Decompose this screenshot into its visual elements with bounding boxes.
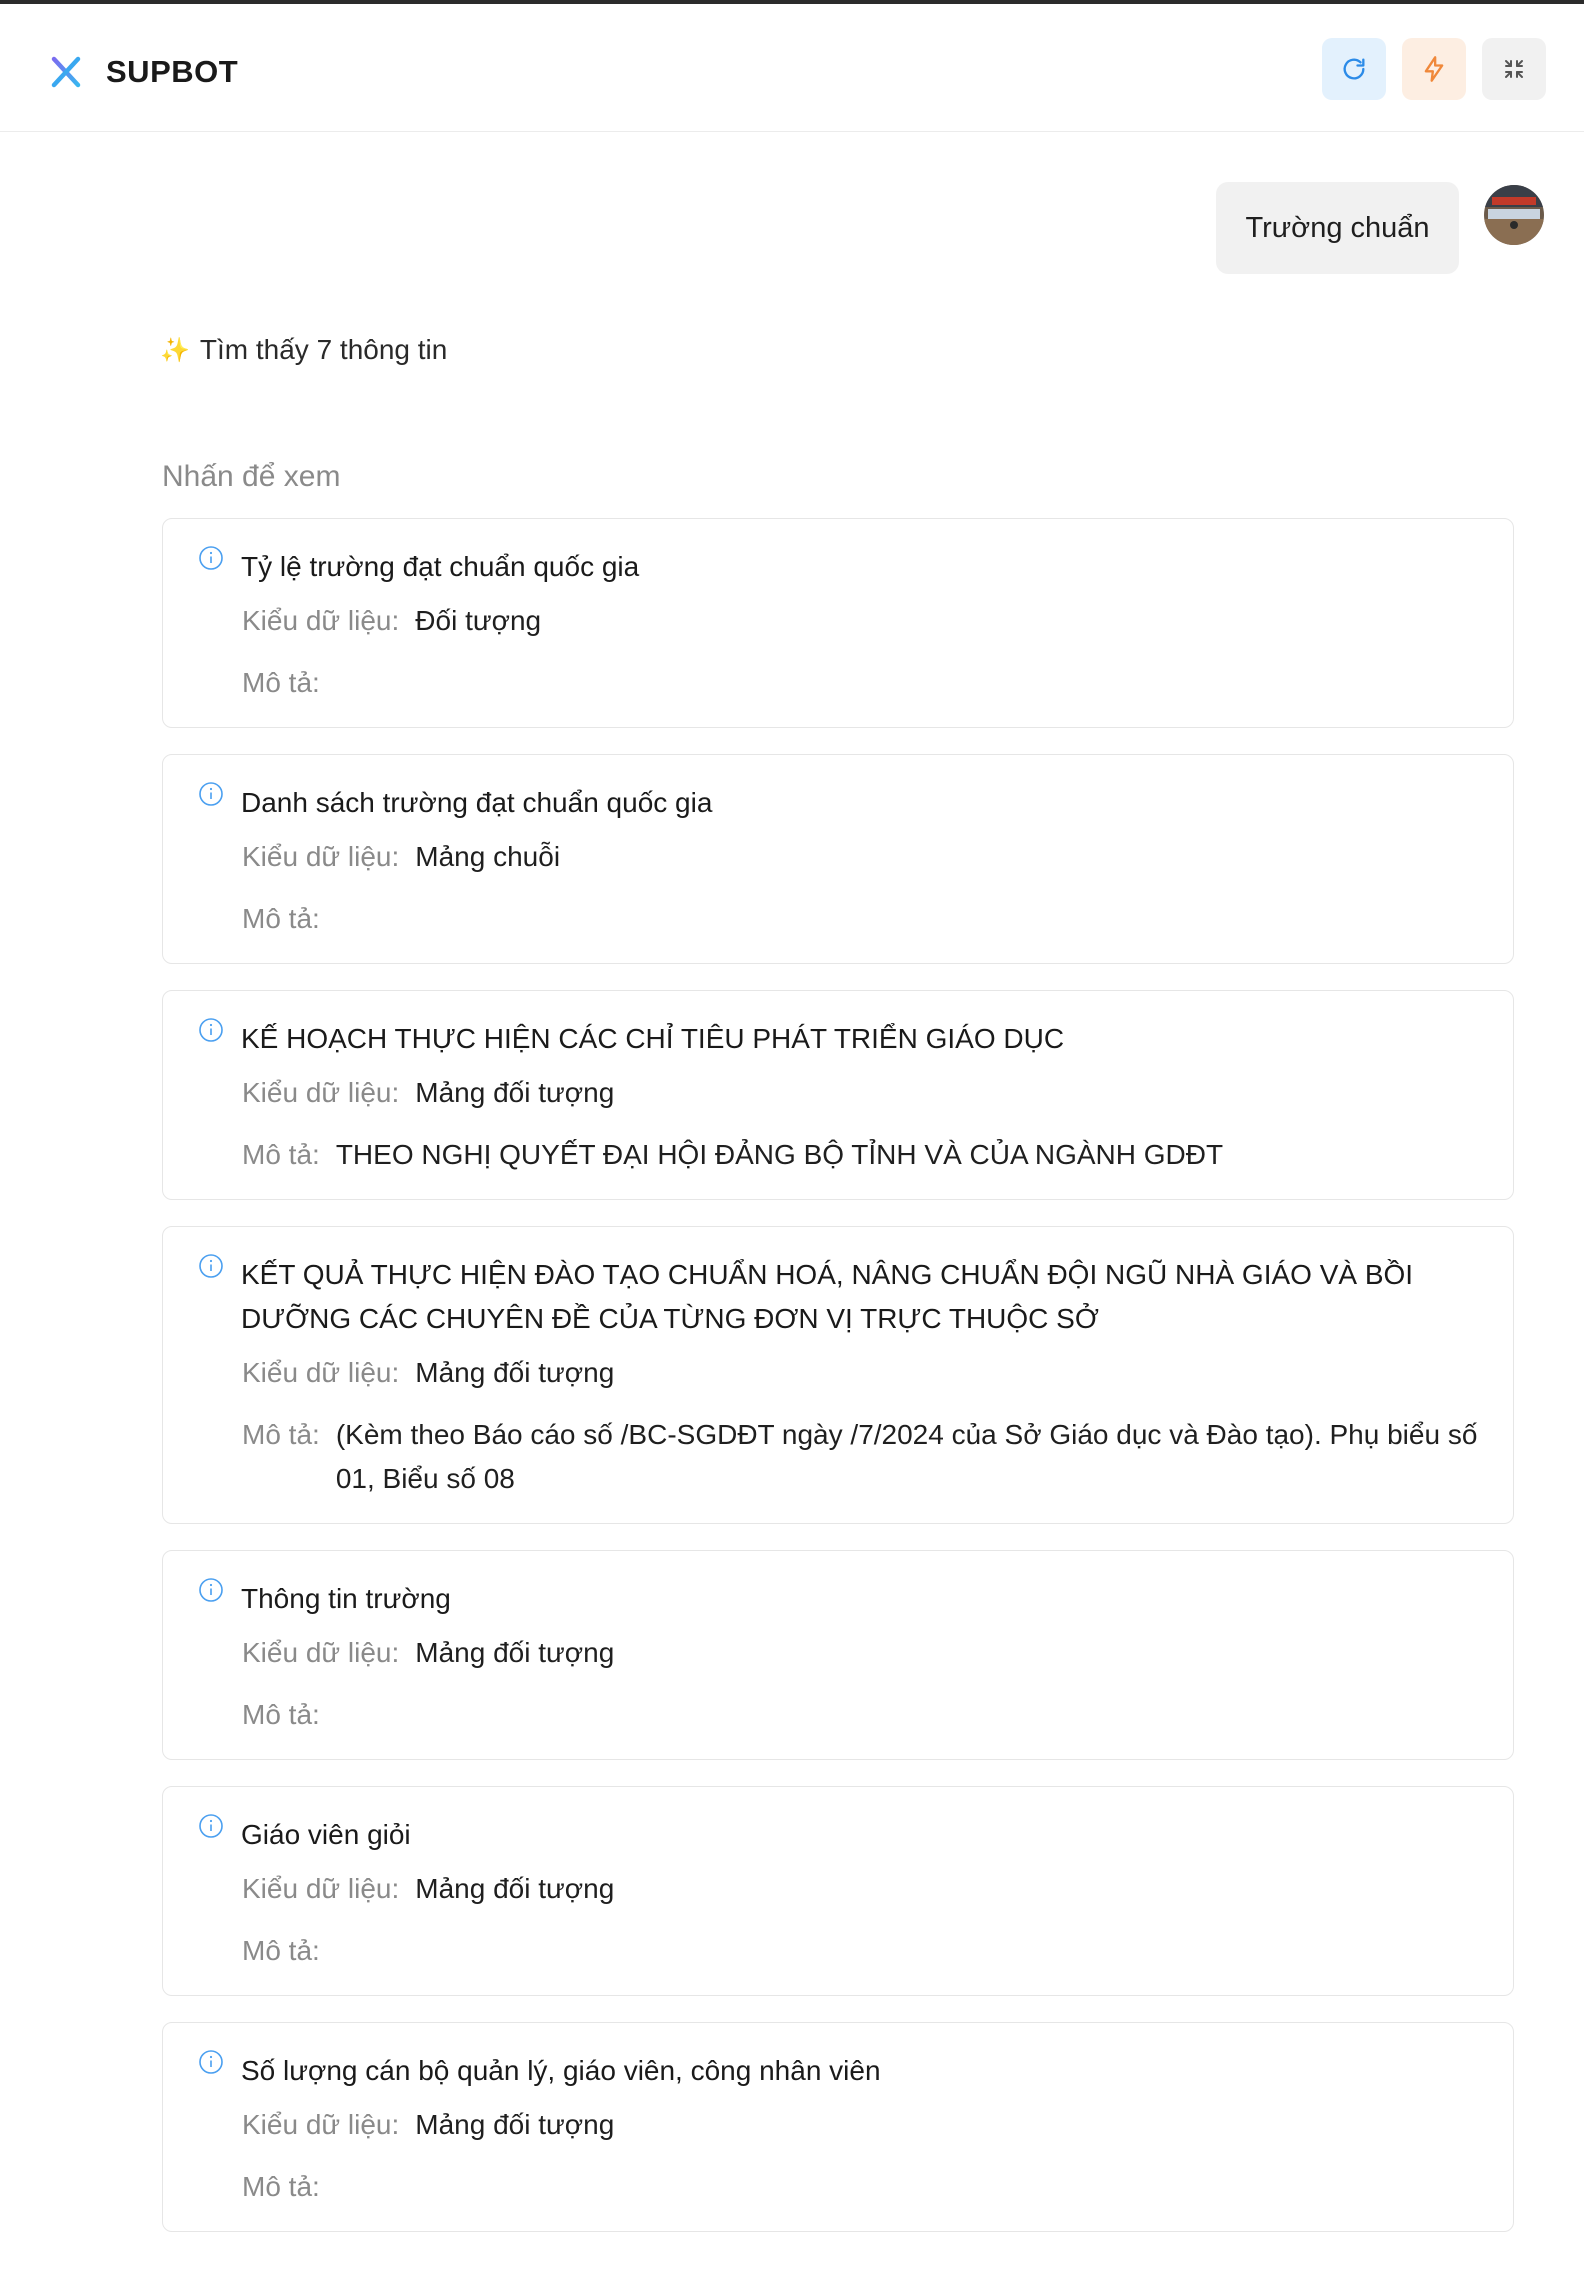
result-title: Danh sách trường đạt chuẩn quốc gia [241, 787, 713, 818]
result-card[interactable]: Giáo viên giỏi Kiểu dữ liệu: Mảng đối tư… [162, 1786, 1514, 1996]
result-card[interactable]: KẾ HOẠCH THỰC HIỆN CÁC CHỈ TIÊU PHÁT TRI… [162, 990, 1514, 1200]
result-title: Tỷ lệ trường đạt chuẩn quốc gia [241, 551, 640, 582]
x-logo-icon [51, 56, 81, 88]
desc-label: Mô tả: [242, 1139, 320, 1170]
collapse-icon [1505, 60, 1523, 78]
refresh-icon [1343, 58, 1365, 80]
refresh-button[interactable] [1322, 38, 1386, 100]
result-title: Số lượng cán bộ quản lý, giáo viên, công… [241, 2055, 881, 2086]
type-label: Kiểu dữ liệu: [242, 2109, 400, 2140]
result-card[interactable]: Số lượng cán bộ quản lý, giáo viên, công… [162, 2022, 1514, 2232]
result-title: KẾ HOẠCH THỰC HIỆN CÁC CHỈ TIÊU PHÁT TRI… [241, 1023, 1065, 1054]
result-desc-row: Mô tả: [242, 2165, 1486, 2209]
result-type-row: Kiểu dữ liệu: Mảng chuỗi [242, 835, 560, 879]
desc-value [336, 1929, 1486, 1973]
result-desc-row: Mô tả: [242, 1693, 1486, 1737]
user-avatar-image [1484, 185, 1544, 245]
desc-value [336, 1693, 1486, 1737]
type-label: Kiểu dữ liệu: [242, 605, 400, 636]
result-card[interactable]: Thông tin trường Kiểu dữ liệu: Mảng đối … [162, 1550, 1514, 1760]
desc-value [336, 897, 1486, 941]
result-type-row: Kiểu dữ liệu: Mảng đối tượng [242, 1071, 614, 1115]
info-circle-icon [199, 1578, 223, 1602]
app-header: SUPBOT [0, 4, 1584, 132]
desc-label: Mô tả: [242, 667, 320, 698]
result-desc-row: Mô tả: [242, 661, 1486, 705]
sparkles-icon: ✨ [160, 336, 190, 364]
search-result-summary: ✨ Tìm thấy 7 thông tin [160, 334, 447, 366]
desc-value [336, 2165, 1486, 2209]
type-label: Kiểu dữ liệu: [242, 1077, 400, 1108]
result-desc-row: Mô tả: [242, 1929, 1486, 1973]
desc-label: Mô tả: [242, 1699, 320, 1730]
result-type-row: Kiểu dữ liệu: Đối tượng [242, 599, 541, 643]
result-type-row: Kiểu dữ liệu: Mảng đối tượng [242, 2103, 614, 2147]
info-circle-icon [199, 1814, 223, 1838]
result-card[interactable]: Tỷ lệ trường đạt chuẩn quốc gia Kiểu dữ … [162, 518, 1514, 728]
desc-label: Mô tả: [242, 903, 320, 934]
result-title: Thông tin trường [241, 1583, 451, 1614]
result-card[interactable]: Danh sách trường đạt chuẩn quốc gia Kiểu… [162, 754, 1514, 964]
result-desc-row: Mô tả: [242, 897, 1486, 941]
result-desc-row: Mô tả: THEO NGHỊ QUYẾT ĐẠI HỘI ĐẢNG BỘ T… [242, 1133, 1486, 1177]
type-label: Kiểu dữ liệu: [242, 1873, 400, 1904]
result-type-row: Kiểu dữ liệu: Mảng đối tượng [242, 1631, 614, 1675]
collapse-button[interactable] [1482, 38, 1546, 100]
lightning-icon [1424, 56, 1444, 82]
type-value: Mảng đối tượng [415, 2109, 615, 2140]
result-type-row: Kiểu dữ liệu: Mảng đối tượng [242, 1351, 614, 1395]
info-circle-icon [199, 546, 223, 570]
type-value: Mảng đối tượng [415, 1873, 615, 1904]
type-value: Đối tượng [415, 605, 542, 636]
type-label: Kiểu dữ liệu: [242, 1637, 400, 1668]
click-hint: Nhấn để xem [162, 460, 341, 493]
info-circle-icon [199, 782, 223, 806]
type-value: Mảng đối tượng [415, 1637, 615, 1668]
avatar[interactable] [1484, 185, 1544, 245]
info-circle-icon [199, 1254, 223, 1278]
type-value: Mảng đối tượng [415, 1077, 615, 1108]
desc-value: THEO NGHỊ QUYẾT ĐẠI HỘI ĐẢNG BỘ TỈNH VÀ … [335, 1139, 1224, 1170]
info-circle-icon [199, 2050, 223, 2074]
info-circle-icon [199, 1018, 223, 1042]
desc-label: Mô tả: [242, 1935, 320, 1966]
type-value: Mảng đối tượng [415, 1357, 615, 1388]
type-label: Kiểu dữ liệu: [242, 841, 400, 872]
desc-label: Mô tả: [242, 1419, 320, 1450]
user-message-text: Trường chuẩn [1245, 211, 1430, 244]
type-label: Kiểu dữ liệu: [242, 1357, 400, 1388]
result-title: KẾT QUẢ THỰC HIỆN ĐÀO TẠO CHUẨN HOÁ, NÂN… [241, 1259, 1414, 1334]
result-desc-row: Mô tả: (Kèm theo Báo cáo số /BC-SGDĐT ng… [242, 1413, 1486, 1501]
result-card[interactable]: KẾT QUẢ THỰC HIỆN ĐÀO TẠO CHUẨN HOÁ, NÂN… [162, 1226, 1514, 1524]
desc-value [336, 661, 1486, 705]
desc-value: (Kèm theo Báo cáo số /BC-SGDĐT ngày /7/2… [335, 1419, 1478, 1494]
app-title: SUPBOT [106, 54, 239, 89]
result-title: Giáo viên giỏi [241, 1819, 411, 1850]
type-value: Mảng chuỗi [415, 841, 561, 872]
found-count-text: Tìm thấy 7 thông tin [199, 334, 448, 365]
desc-label: Mô tả: [242, 2171, 320, 2202]
quick-action-button[interactable] [1402, 38, 1466, 100]
result-type-row: Kiểu dữ liệu: Mảng đối tượng [242, 1867, 614, 1911]
user-message-bubble: Trường chuẩn [1216, 182, 1459, 274]
